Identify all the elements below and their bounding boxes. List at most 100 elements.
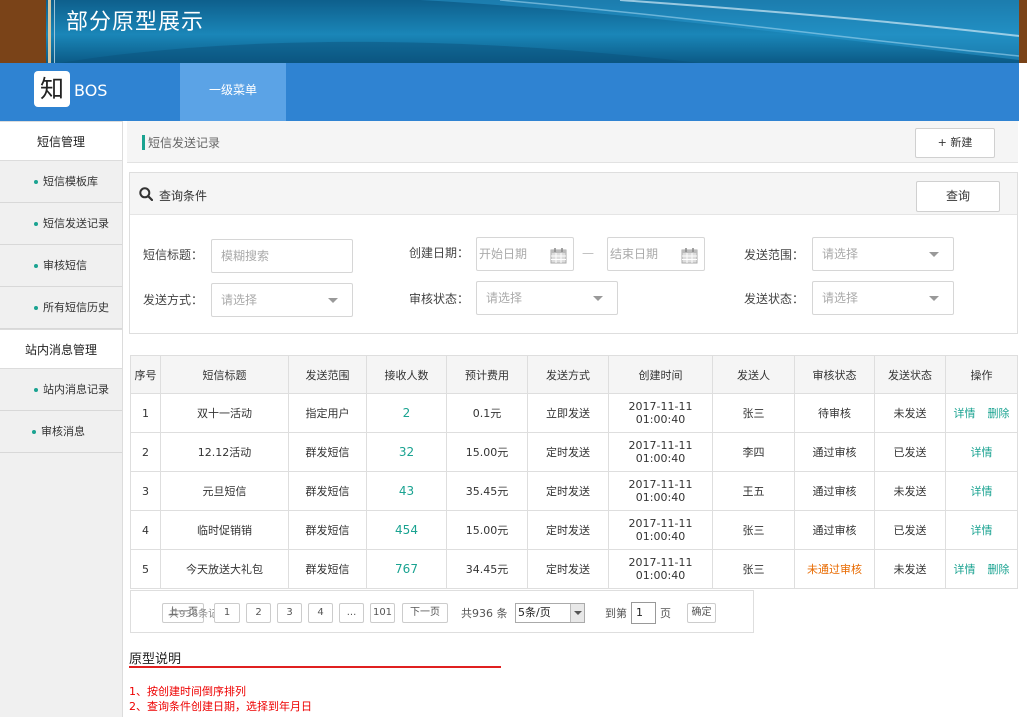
breadcrumb: 短信发送记录 + 新建 bbox=[127, 121, 1018, 163]
cell-ops: 详情 bbox=[945, 432, 1018, 472]
cell-count[interactable]: 767 bbox=[366, 549, 447, 589]
cell-title: 元旦短信 bbox=[160, 471, 289, 511]
banner-divider-thin bbox=[54, 0, 55, 63]
chevron-down-icon bbox=[570, 604, 584, 622]
detail-link[interactable]: 详情 bbox=[971, 446, 993, 459]
sidebar-item-sms-templates[interactable]: 短信模板库 bbox=[0, 161, 122, 203]
created-date: 2017-11-11 bbox=[628, 439, 693, 452]
cell-sender: 张三 bbox=[712, 510, 795, 550]
column-header: 审核状态 bbox=[794, 355, 875, 394]
page-button-4[interactable]: 4 bbox=[308, 603, 333, 623]
cell-count[interactable]: 454 bbox=[366, 510, 447, 550]
sidebar-item-sms-review[interactable]: 审核短信 bbox=[0, 245, 122, 287]
page-button-3[interactable]: 3 bbox=[277, 603, 302, 623]
goto-page-input[interactable]: 1 bbox=[631, 602, 656, 624]
delete-link[interactable]: 删除 bbox=[988, 407, 1010, 420]
new-button[interactable]: + 新建 bbox=[915, 128, 995, 158]
banner-title: 部分原型展示 bbox=[66, 10, 205, 35]
table-row: 5 今天放送大礼包 群发短信 767 34.45元 定时发送 2017-11-1… bbox=[130, 549, 1018, 589]
cell-no: 5 bbox=[130, 549, 161, 589]
title-search-input[interactable]: 模糊搜索 bbox=[211, 239, 353, 273]
calendar-icon[interactable] bbox=[550, 247, 567, 264]
column-header: 发送方式 bbox=[527, 355, 609, 394]
query-button[interactable]: 查询 bbox=[916, 181, 1000, 212]
goto-suffix: 页 bbox=[660, 607, 671, 620]
review-select[interactable]: 请选择 bbox=[476, 281, 618, 315]
sidebar-group-sms[interactable]: 短信管理 bbox=[0, 121, 122, 161]
created-date: 2017-11-11 bbox=[628, 517, 693, 530]
cell-review: 待审核 bbox=[794, 393, 875, 433]
start-date-input[interactable]: 开始日期 bbox=[476, 237, 574, 271]
cell-status: 已发送 bbox=[874, 510, 946, 550]
column-header: 操作 bbox=[945, 355, 1018, 394]
title-label: 短信标题： bbox=[143, 248, 204, 262]
sidebar-group-messages[interactable]: 站内消息管理 bbox=[0, 329, 122, 369]
sidebar-item-message-review[interactable]: 审核消息 bbox=[0, 411, 122, 453]
created-date: 2017-11-11 bbox=[628, 556, 693, 569]
scope-placeholder: 请选择 bbox=[822, 247, 859, 261]
notes-divider bbox=[129, 666, 501, 668]
sms-records-table: 序号 短信标题 发送范围 接收人数 预计费用 发送方式 创建时间 发送人 审核状… bbox=[130, 355, 1018, 589]
send-status-placeholder: 请选择 bbox=[822, 291, 859, 305]
page-size-select[interactable]: 5条/页 bbox=[515, 603, 585, 623]
cell-method: 定时发送 bbox=[527, 510, 609, 550]
cell-review: 通过审核 bbox=[794, 510, 875, 550]
bullet-icon bbox=[34, 306, 38, 310]
nav-menu-level1[interactable]: 一级菜单 bbox=[180, 63, 286, 121]
detail-link[interactable]: 详情 bbox=[954, 407, 976, 420]
column-header: 预计费用 bbox=[446, 355, 528, 394]
cell-no: 1 bbox=[130, 393, 161, 433]
sidebar-item-label: 所有短信历史 bbox=[43, 301, 109, 314]
sidebar-item-sms-history[interactable]: 所有短信历史 bbox=[0, 287, 122, 329]
sidebar-item-label: 短信模板库 bbox=[43, 175, 98, 188]
page-button-1[interactable]: 1 bbox=[214, 603, 240, 623]
column-header: 创建时间 bbox=[608, 355, 713, 394]
page-button-2[interactable]: 2 bbox=[246, 603, 271, 623]
bullet-icon bbox=[32, 430, 36, 434]
delete-link[interactable]: 删除 bbox=[988, 563, 1010, 576]
detail-link[interactable]: 详情 bbox=[971, 524, 993, 537]
cell-ops: 详情 删除 bbox=[945, 549, 1018, 589]
cell-title: 12.12活动 bbox=[160, 432, 289, 472]
top-banner: 部分原型展示 bbox=[0, 0, 1027, 63]
note-line: 2、查询条件创建日期，选择到年月日 bbox=[129, 700, 312, 713]
detail-link[interactable]: 详情 bbox=[954, 563, 976, 576]
cell-count[interactable]: 2 bbox=[366, 393, 447, 433]
banner-edge-right bbox=[1019, 0, 1027, 63]
cell-created: 2017-11-11 01:00:40 bbox=[608, 432, 713, 472]
cell-ops: 详情 bbox=[945, 510, 1018, 550]
sidebar-item-label: 站内消息记录 bbox=[43, 383, 109, 396]
detail-link[interactable]: 详情 bbox=[971, 485, 993, 498]
method-select[interactable]: 请选择 bbox=[211, 283, 353, 317]
cell-created: 2017-11-11 01:00:40 bbox=[608, 393, 713, 433]
scope-select[interactable]: 请选择 bbox=[812, 237, 954, 271]
cell-count[interactable]: 32 bbox=[366, 432, 447, 472]
cell-status: 未发送 bbox=[874, 393, 946, 433]
query-title: 查询条件 bbox=[159, 189, 208, 203]
cell-scope: 群发短信 bbox=[288, 510, 367, 550]
chevron-down-icon bbox=[929, 252, 939, 257]
confirm-button[interactable]: 确定 bbox=[687, 603, 716, 623]
sidebar-item-sms-records[interactable]: 短信发送记录 bbox=[0, 203, 122, 245]
send-status-select[interactable]: 请选择 bbox=[812, 281, 954, 315]
next-page-button[interactable]: 下一页 bbox=[402, 603, 448, 623]
cell-ops: 详情 删除 bbox=[945, 393, 1018, 433]
sidebar-item-message-records[interactable]: 站内消息记录 bbox=[0, 369, 122, 411]
bullet-icon bbox=[34, 388, 38, 392]
end-date-placeholder: 结束日期 bbox=[610, 247, 659, 261]
breadcrumb-marker bbox=[142, 135, 145, 150]
sidebar: 短信管理 短信模板库 短信发送记录 审核短信 所有短信历史 站内消息管理 站内消… bbox=[0, 121, 123, 717]
end-date-input[interactable]: 结束日期 bbox=[607, 237, 705, 271]
logo-icon[interactable]: 知 bbox=[34, 71, 70, 107]
page-button-last[interactable]: 101 bbox=[370, 603, 395, 623]
page-size-value: 5条/页 bbox=[518, 606, 551, 619]
cell-cost: 34.45元 bbox=[446, 549, 528, 589]
column-header: 发送范围 bbox=[288, 355, 367, 394]
cell-count[interactable]: 43 bbox=[366, 471, 447, 511]
cell-scope: 指定用户 bbox=[288, 393, 367, 433]
cell-cost: 15.00元 bbox=[446, 432, 528, 472]
calendar-icon[interactable] bbox=[681, 247, 698, 264]
created-time: 01:00:40 bbox=[635, 413, 686, 426]
chevron-down-icon bbox=[328, 298, 338, 303]
bullet-icon bbox=[34, 222, 38, 226]
